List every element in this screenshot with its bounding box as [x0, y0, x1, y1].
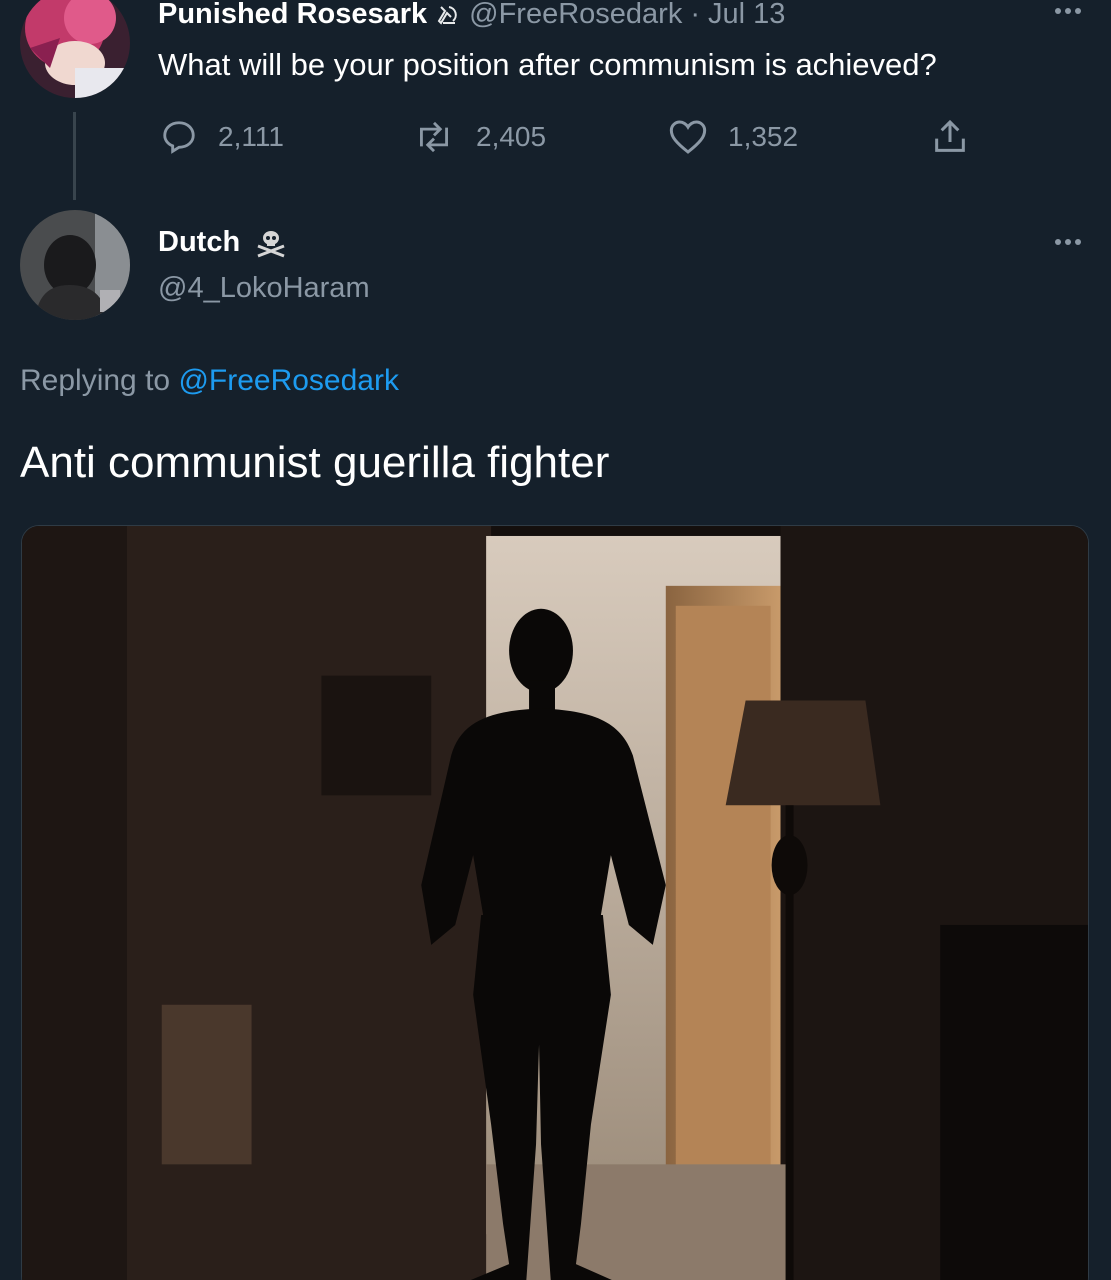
reply-icon: [163, 121, 195, 154]
more-options-icon[interactable]: [1055, 8, 1081, 14]
tweet-media-image[interactable]: [21, 525, 1089, 1280]
original-display-name[interactable]: Punished Rosesark: [158, 0, 427, 31]
retweet-action[interactable]: 2,405: [412, 118, 546, 156]
share-action[interactable]: [930, 116, 970, 158]
timestamp-separator: ·: [690, 0, 701, 30]
skull-crossbones-icon: [254, 228, 288, 258]
replying-to-mention[interactable]: @FreeRosedark: [178, 364, 399, 397]
avatar-original[interactable]: [20, 0, 130, 98]
share-icon: [935, 119, 965, 152]
reply-action[interactable]: 2,111: [160, 118, 284, 156]
replying-to-line: Replying to @FreeRosedark: [20, 364, 399, 398]
replying-to-prefix: Replying to: [20, 364, 171, 397]
like-count: 1,352: [728, 121, 799, 152]
more-options-icon-reply[interactable]: [1055, 239, 1081, 245]
like-action[interactable]: 1,352: [668, 118, 798, 156]
reply-tweet-header: Dutch: [158, 226, 298, 259]
reply-handle[interactable]: @4_LokoHaram: [158, 272, 370, 305]
reply-tweet-text: Anti communist guerilla fighter: [20, 438, 610, 487]
thread-connector: [73, 112, 76, 200]
retweet-icon: [420, 121, 448, 153]
avatar-reply[interactable]: [20, 210, 130, 320]
heart-icon: [669, 120, 707, 154]
retweet-count: 2,405: [476, 121, 547, 152]
original-handle[interactable]: @FreeRosedark: [469, 0, 682, 31]
hammer-sickle-icon: [435, 3, 459, 27]
original-tweet-header: Punished Rosesark @FreeRosedark · Jul 13: [158, 0, 785, 31]
original-tweet-text: What will be your position after communi…: [158, 47, 937, 82]
reply-count: 2,111: [218, 121, 284, 152]
reply-display-name[interactable]: Dutch: [158, 226, 240, 259]
original-date[interactable]: Jul 13: [708, 0, 785, 31]
